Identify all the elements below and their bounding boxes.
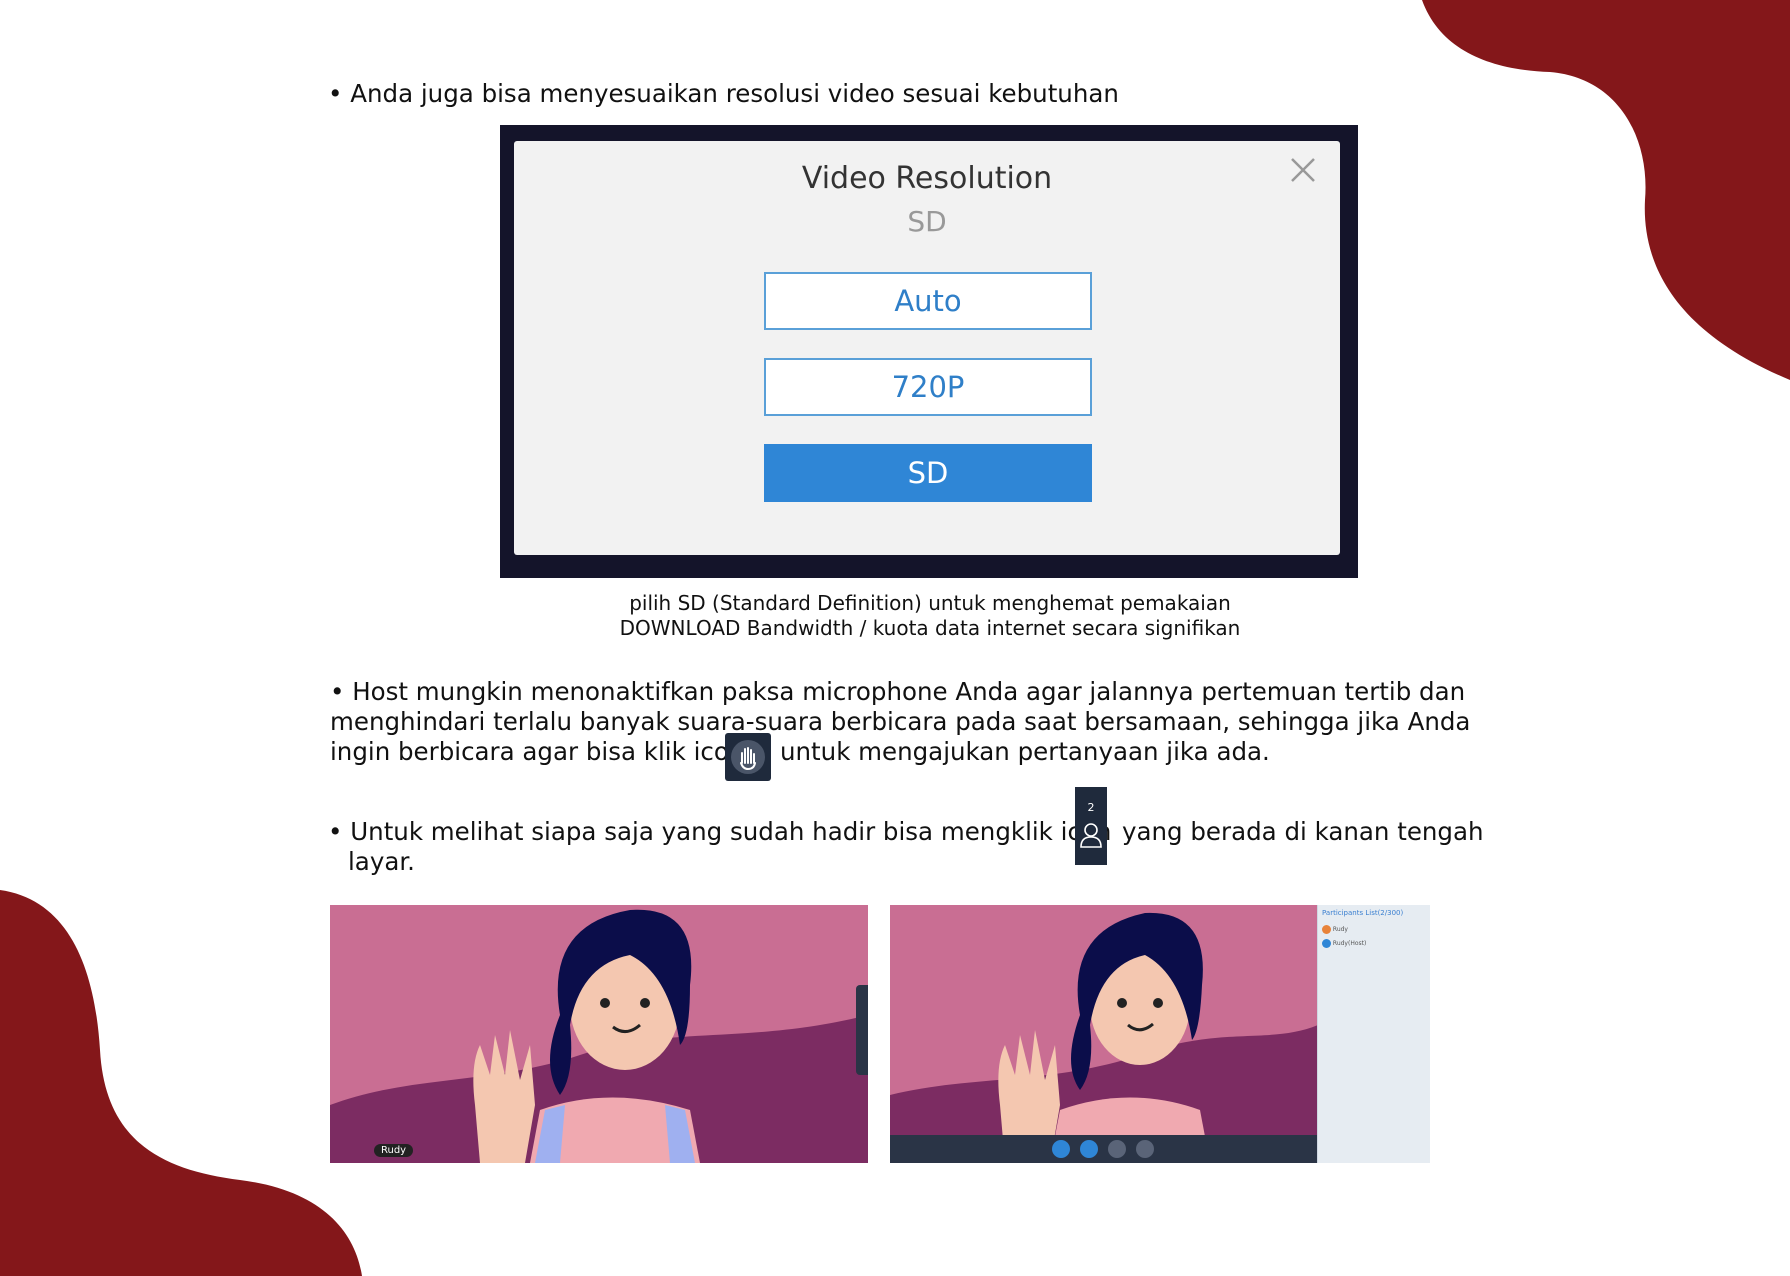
close-icon[interactable] — [1288, 155, 1318, 185]
participant-count: 2 — [1087, 801, 1095, 814]
side-toolbar — [856, 985, 868, 1075]
video-resolution-screenshot: Video Resolution SD Auto 720P SD — [500, 125, 1358, 578]
bullet-mute-line-2: menghindari terlalu banyak suara-suara b… — [330, 707, 1471, 736]
avatar-illustration — [330, 909, 868, 1163]
meeting-toolbar — [890, 1135, 1318, 1163]
bullet-participants-line-1a: • Untuk melihat siapa saja yang sudah ha… — [328, 817, 1112, 846]
bullet-participants-line-2: layar. — [348, 847, 415, 876]
meeting-screenshot-1: Rudy — [330, 905, 868, 1163]
resolution-option-720p[interactable]: 720P — [764, 358, 1092, 416]
dialog-title: Video Resolution — [801, 161, 1053, 196]
top-right-blob — [1422, 0, 1790, 380]
meeting-screenshot-2: Participants List(2/300) Rudy Rudy(Host) — [890, 905, 1430, 1163]
raise-hand-icon — [725, 733, 771, 781]
caption-line-2: DOWNLOAD Bandwidth / kuota data internet… — [619, 616, 1241, 640]
bullet-mute-line-3a: ingin berbicara agar bisa klik icon — [330, 737, 745, 766]
camera-icon[interactable] — [1080, 1140, 1098, 1158]
participants-panel-title: Participants List(2/300) — [1322, 909, 1404, 917]
mic-icon[interactable] — [1052, 1140, 1070, 1158]
bullet-participants-line-1b: yang berada di kanan tengah — [1122, 817, 1484, 846]
participant-name-tag: Rudy — [374, 1144, 414, 1157]
participant-row[interactable]: Rudy(Host) — [1322, 939, 1366, 948]
bottom-left-blob — [0, 890, 362, 1276]
bullet-mute-line-3b: untuk mengajukan pertanyaan jika ada. — [780, 737, 1270, 766]
fullscreen-icon[interactable] — [1136, 1140, 1154, 1158]
avatar-illustration-2 — [890, 912, 1318, 1163]
participant-row[interactable]: Rudy — [1322, 925, 1348, 934]
resolution-option-auto[interactable]: Auto — [764, 272, 1092, 330]
bullet-video-resolution: • Anda juga bisa menyesuaikan resolusi v… — [328, 79, 1119, 108]
participants-icon: 2 — [1075, 787, 1107, 865]
raise-hand-button-icon[interactable] — [1108, 1140, 1126, 1158]
video-resolution-dialog: Video Resolution SD Auto 720P SD — [514, 141, 1340, 555]
participants-panel: Participants List(2/300) Rudy Rudy(Host) — [1317, 905, 1430, 1163]
resolution-option-sd[interactable]: SD — [764, 444, 1092, 502]
current-resolution: SD — [907, 205, 947, 238]
caption-line-1: pilih SD (Standard Definition) untuk men… — [629, 591, 1231, 615]
bullet-mute-line-1: • Host mungkin menonaktifkan paksa micro… — [330, 677, 1466, 706]
